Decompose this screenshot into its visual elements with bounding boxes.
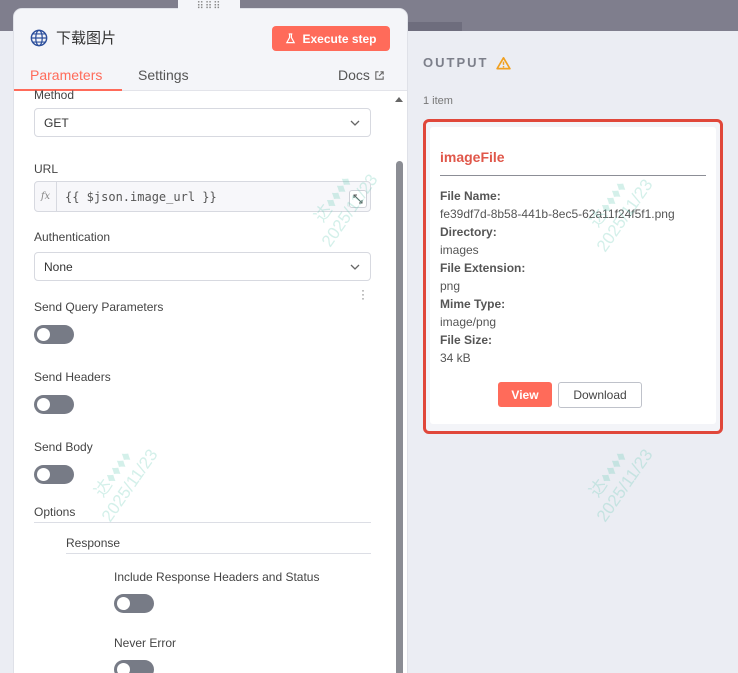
file-size-value: 34 kB xyxy=(440,351,471,365)
warning-icon xyxy=(496,56,512,69)
method-label: Method xyxy=(34,88,75,102)
panel-header: 下载图片 Execute step Parameters Settings Do… xyxy=(14,9,407,91)
globe-icon xyxy=(30,29,48,46)
parameters-form: Method GET URL fx {{ $json.image_url }} … xyxy=(14,88,407,673)
method-value: GET xyxy=(44,115,69,130)
authentication-value: None xyxy=(44,259,73,274)
method-select[interactable]: GET xyxy=(34,108,371,137)
url-label: URL xyxy=(34,162,59,176)
docs-label: Docs xyxy=(338,67,370,83)
send-query-toggle[interactable] xyxy=(34,325,74,344)
tab-parameters[interactable]: Parameters xyxy=(30,67,102,83)
file-name-key: File Name: xyxy=(440,189,501,203)
url-input[interactable]: fx {{ $json.image_url }} xyxy=(34,181,371,212)
more-options-icon[interactable]: · · · xyxy=(361,284,365,304)
drag-handle[interactable]: ⠿⠿⠿ xyxy=(178,0,240,14)
never-error-label: Never Error xyxy=(114,636,177,650)
view-button[interactable]: View xyxy=(498,382,552,407)
expression-icon: fx xyxy=(35,182,57,211)
output-title: OUTPUT xyxy=(423,55,512,70)
options-divider xyxy=(34,522,371,523)
parameter-panel: 下载图片 Execute step Parameters Settings Do… xyxy=(14,9,407,673)
file-metadata: File Name: fe39df7d-8b58-441b-8ec5-62a11… xyxy=(440,187,675,367)
authentication-select[interactable]: None xyxy=(34,252,371,281)
binary-file-card: imageFile File Name: fe39df7d-8b58-441b-… xyxy=(423,119,723,434)
include-headers-label: Include Response Headers and Status xyxy=(114,570,320,584)
tab-settings[interactable]: Settings xyxy=(138,67,189,83)
expand-icon xyxy=(353,194,363,204)
file-extension-value: png xyxy=(440,279,461,293)
send-query-label: Send Query Parameters xyxy=(34,300,164,314)
panel-scrollbar[interactable] xyxy=(396,161,403,673)
file-title-divider xyxy=(440,175,706,176)
chevron-down-icon xyxy=(350,264,360,270)
docs-link[interactable]: Docs xyxy=(338,67,385,83)
url-expression: {{ $json.image_url }} xyxy=(65,189,217,204)
output-item-count: 1 item xyxy=(423,95,453,107)
download-button[interactable]: Download xyxy=(558,382,642,408)
chevron-down-icon xyxy=(350,120,360,126)
response-label: Response xyxy=(66,536,121,550)
node-title[interactable]: 下载图片 xyxy=(30,27,116,48)
background-tab xyxy=(408,22,462,31)
authentication-label: Authentication xyxy=(34,230,111,244)
node-title-text: 下载图片 xyxy=(56,30,117,47)
execute-step-button[interactable]: Execute step xyxy=(272,26,390,51)
never-error-toggle[interactable] xyxy=(114,660,154,673)
send-headers-label: Send Headers xyxy=(34,370,111,384)
file-size-key: File Size: xyxy=(440,333,493,347)
binary-property-name: imageFile xyxy=(440,149,505,165)
scroll-up-arrow[interactable] xyxy=(395,97,403,102)
file-name-value: fe39df7d-8b58-441b-8ec5-62a11f24f5f1.png xyxy=(440,207,675,221)
panel-tabs: Parameters Settings Docs xyxy=(14,63,407,91)
left-background xyxy=(0,31,14,673)
external-link-icon xyxy=(375,70,384,80)
options-label: Options xyxy=(34,505,76,519)
execute-step-label: Execute step xyxy=(302,31,377,46)
directory-key: Directory: xyxy=(440,225,497,239)
expand-editor-button[interactable] xyxy=(349,190,367,208)
mime-type-value: image/png xyxy=(440,315,497,329)
send-body-label: Send Body xyxy=(34,440,93,454)
flask-icon xyxy=(286,33,296,44)
binary-file-details: imageFile File Name: fe39df7d-8b58-441b-… xyxy=(430,127,716,424)
directory-value: images xyxy=(440,243,479,257)
include-headers-toggle[interactable] xyxy=(114,594,154,613)
file-extension-key: File Extension: xyxy=(440,261,526,275)
response-divider xyxy=(66,553,371,554)
send-headers-toggle[interactable] xyxy=(34,395,74,414)
send-body-toggle[interactable] xyxy=(34,465,74,484)
output-title-text: OUTPUT xyxy=(423,55,489,70)
mime-type-key: Mime Type: xyxy=(440,297,506,311)
